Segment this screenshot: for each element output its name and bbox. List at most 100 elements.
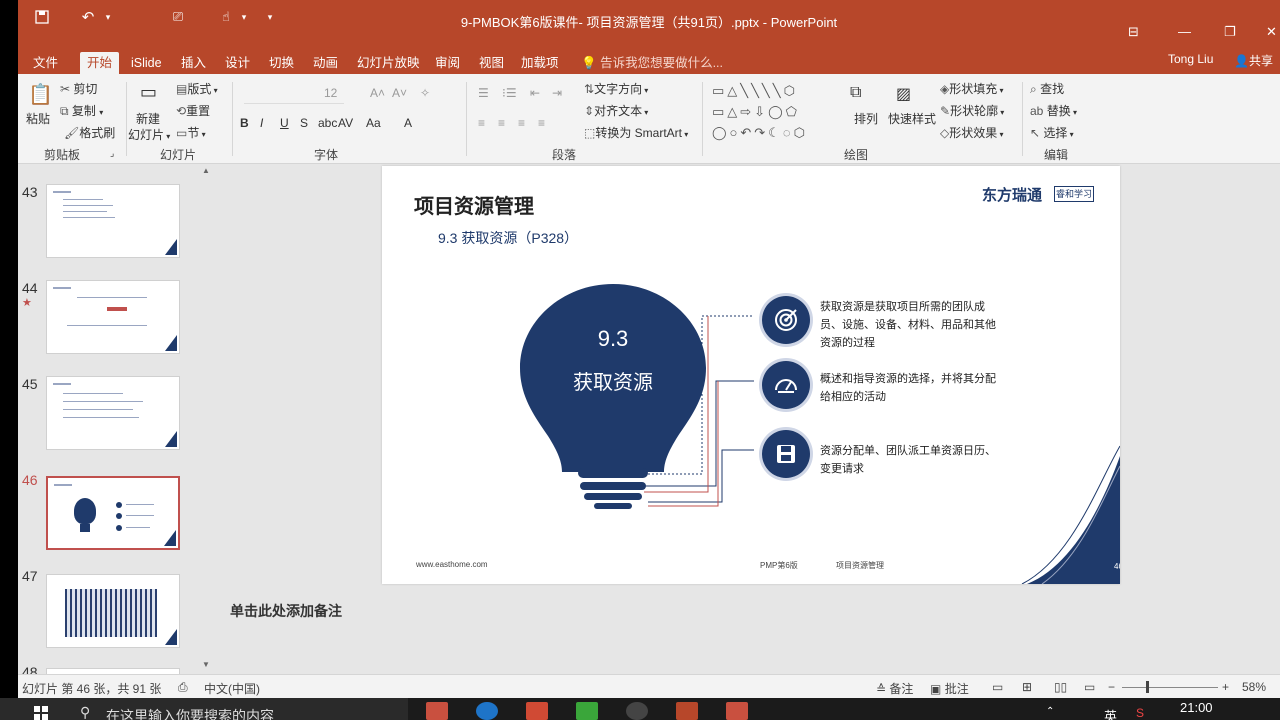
quick-styles-icon[interactable]: ▨ bbox=[896, 84, 911, 104]
slide-sorter-icon[interactable]: ⊞ bbox=[1022, 680, 1032, 694]
maximize-icon[interactable]: ❐ bbox=[1224, 24, 1236, 40]
tab-transitions[interactable]: 切换 bbox=[262, 52, 301, 74]
new-slide-button-line2[interactable]: 幻灯片 ▾ bbox=[128, 126, 170, 143]
font-size-select[interactable]: 12 bbox=[324, 86, 337, 100]
tab-addins[interactable]: 加载项 bbox=[514, 52, 566, 74]
text-direction-button[interactable]: ⇅文字方向 ▾ bbox=[584, 80, 648, 97]
paste-button[interactable]: 粘贴 bbox=[26, 110, 50, 127]
slide-thumbnail-panel[interactable]: 43 44 ★ 45 46 47 48 bbox=[18, 164, 214, 674]
gauge-icon[interactable] bbox=[762, 361, 810, 409]
taskbar-app-icon[interactable] bbox=[426, 702, 448, 720]
taskbar-clock[interactable]: 21:00 bbox=[1180, 700, 1213, 715]
language-indicator[interactable]: 中文(中国) bbox=[204, 680, 260, 697]
tray-app-icon[interactable]: S bbox=[1136, 706, 1144, 720]
tray-expand-icon[interactable]: ⌃ bbox=[1046, 706, 1054, 717]
search-icon[interactable]: ⚲ bbox=[80, 704, 90, 720]
tell-me-search[interactable]: 💡 告诉我您想要做什么... bbox=[574, 52, 730, 74]
comments-toggle[interactable]: ▣ 批注 bbox=[930, 680, 969, 697]
thumbnail-slide-44[interactable] bbox=[46, 280, 180, 354]
taskbar-app-icon[interactable] bbox=[626, 702, 648, 720]
normal-view-icon[interactable]: ▭ bbox=[992, 680, 1003, 694]
clipboard-launcher-icon[interactable]: ⌟ bbox=[110, 148, 114, 159]
zoom-in-icon[interactable]: + bbox=[1222, 680, 1229, 694]
powerpoint-taskbar-icon[interactable] bbox=[676, 702, 698, 720]
increase-indent-icon[interactable]: ⇥ bbox=[552, 86, 562, 100]
thumbnail-slide-45[interactable] bbox=[46, 376, 180, 450]
bold-icon[interactable]: B bbox=[240, 116, 249, 130]
close-icon[interactable]: ✕ bbox=[1266, 24, 1277, 40]
replace-button[interactable]: ab 替换 ▾ bbox=[1030, 102, 1077, 119]
new-slide-icon[interactable]: ▭ bbox=[140, 82, 157, 103]
tab-review[interactable]: 审阅 bbox=[428, 52, 467, 74]
numbering-icon[interactable]: ⁝☰ bbox=[502, 86, 517, 100]
taskbar-search-input[interactable]: 在这里输入你要搜索的内容 bbox=[106, 706, 274, 720]
underline-icon[interactable]: U bbox=[280, 116, 289, 130]
italic-icon[interactable]: I bbox=[260, 116, 263, 130]
bulb-number[interactable]: 9.3 bbox=[578, 326, 648, 352]
new-slide-button-line1[interactable]: 新建 bbox=[136, 110, 160, 127]
strikethrough-icon[interactable]: S bbox=[300, 116, 308, 130]
thumbnail-slide-46[interactable] bbox=[46, 476, 180, 550]
edge-browser-icon[interactable] bbox=[476, 702, 498, 720]
arrange-button[interactable]: 排列 bbox=[854, 110, 878, 127]
shapes-gallery[interactable]: ▭△╲╲╲╲⬡ ▭△⇨⇩◯⬠ ◯○↶↷☾◌⬡ bbox=[712, 80, 844, 146]
reading-view-icon[interactable]: ▯▯ bbox=[1054, 680, 1067, 694]
slide-canvas[interactable]: 项目资源管理 9.3 获取资源（P328） 东方瑞通 睿和学习 9.3 获取资源… bbox=[382, 166, 1120, 584]
section-button[interactable]: ▭节 ▾ bbox=[176, 124, 206, 141]
align-right-icon[interactable]: ≡ bbox=[518, 116, 525, 130]
share-button[interactable]: 👤共享 bbox=[1234, 52, 1273, 69]
justify-icon[interactable]: ≡ bbox=[538, 116, 545, 130]
zoom-out-icon[interactable]: − bbox=[1108, 680, 1115, 694]
tab-view[interactable]: 视图 bbox=[472, 52, 511, 74]
copy-button[interactable]: ⧉ 复制 ▾ bbox=[60, 102, 103, 119]
ribbon-display-icon[interactable]: ⊟ bbox=[1128, 24, 1139, 40]
clear-format-icon[interactable]: ✧ bbox=[420, 86, 430, 100]
zoom-slider-thumb[interactable] bbox=[1146, 681, 1149, 693]
bulb-label[interactable]: 获取资源 bbox=[558, 366, 668, 395]
format-painter-button[interactable]: 🖌格式刷 bbox=[64, 124, 115, 141]
align-center-icon[interactable]: ≡ bbox=[498, 116, 505, 130]
zoom-slider[interactable] bbox=[1122, 687, 1218, 688]
item-text[interactable]: 获取资源是获取项目所需的团队成员、设施、设备、材料、用品和其他资源的过程 bbox=[820, 298, 1000, 352]
shadow-icon[interactable]: abc bbox=[318, 116, 337, 130]
tab-animations[interactable]: 动画 bbox=[306, 52, 345, 74]
layout-button[interactable]: ▤版式 ▾ bbox=[176, 80, 218, 97]
spellcheck-icon[interactable]: ⎙ bbox=[178, 680, 188, 695]
thumbnail-scroll-down-icon[interactable]: ▼ bbox=[202, 660, 210, 669]
windows-start-icon[interactable] bbox=[34, 706, 48, 720]
ime-indicator[interactable]: 英 bbox=[1104, 706, 1117, 720]
shrink-font-icon[interactable]: A˅ bbox=[392, 86, 407, 100]
notes-toggle[interactable]: ≙ 备注 bbox=[876, 680, 913, 697]
minimize-icon[interactable]: — bbox=[1178, 24, 1191, 39]
notes-placeholder[interactable]: 单击此处添加备注 bbox=[230, 601, 342, 621]
clipboard-icon[interactable]: 📋 bbox=[28, 82, 53, 107]
font-color-icon[interactable]: A bbox=[404, 116, 412, 130]
convert-smartart-button[interactable]: ⬚转换为 SmartArt ▾ bbox=[584, 124, 688, 141]
item-text[interactable]: 资源分配单、团队派工单资源日历、变更请求 bbox=[820, 442, 1000, 478]
tab-design[interactable]: 设计 bbox=[218, 52, 257, 74]
grow-font-icon[interactable]: A˄ bbox=[370, 86, 385, 100]
quick-styles-button[interactable]: 快速样式 bbox=[888, 110, 936, 127]
zoom-level[interactable]: 58% bbox=[1242, 680, 1266, 694]
wechat-icon[interactable] bbox=[576, 702, 598, 720]
bullets-icon[interactable]: ☰ bbox=[478, 86, 489, 100]
shape-effects-button[interactable]: ◇形状效果 ▾ bbox=[940, 124, 1004, 141]
align-text-button[interactable]: ⇕对齐文本 ▾ bbox=[584, 102, 648, 119]
align-left-icon[interactable]: ≡ bbox=[478, 116, 485, 130]
taskbar-app-icon[interactable] bbox=[726, 702, 748, 720]
tab-insert[interactable]: 插入 bbox=[174, 52, 213, 74]
thumbnail-scroll-up-icon[interactable]: ▲ bbox=[202, 166, 210, 175]
arrange-icon[interactable]: ⧉ bbox=[850, 84, 861, 102]
shape-fill-button[interactable]: ◈形状填充 ▾ bbox=[940, 80, 1004, 97]
tab-islide[interactable]: iSlide bbox=[124, 52, 169, 74]
tab-home[interactable]: 开始 bbox=[80, 52, 120, 74]
thumbnail-slide-43[interactable] bbox=[46, 184, 180, 258]
taskbar-app-icon[interactable] bbox=[526, 702, 548, 720]
select-button[interactable]: ↖ 选择 ▾ bbox=[1030, 124, 1074, 141]
change-case-icon[interactable]: Aa bbox=[366, 116, 381, 130]
item-text[interactable]: 概述和指导资源的选择，并将其分配给相应的活动 bbox=[820, 370, 1000, 406]
thumbnail-slide-47[interactable] bbox=[46, 574, 180, 648]
slideshow-view-icon[interactable]: ▭ bbox=[1084, 680, 1095, 694]
save-icon[interactable] bbox=[762, 430, 810, 478]
cut-button[interactable]: ✂ 剪切 bbox=[60, 80, 97, 97]
